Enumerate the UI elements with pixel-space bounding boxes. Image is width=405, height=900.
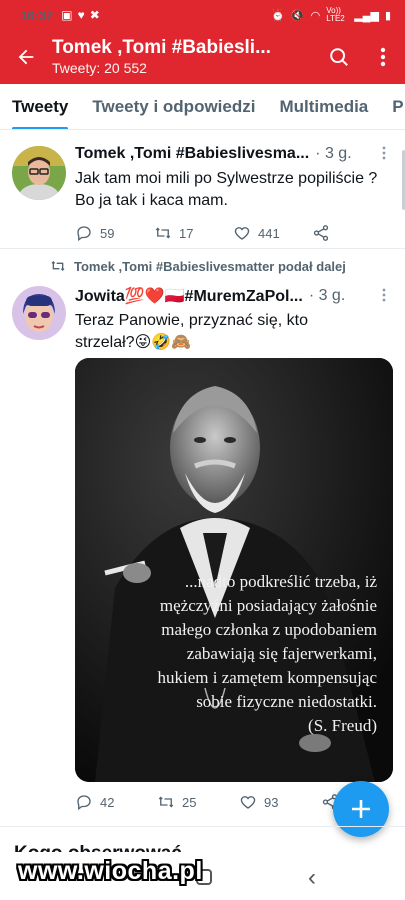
tweet-count: Tweety: 20 552 [52,60,147,76]
battery-icon: ▮ [384,9,391,22]
profile-tabs: Tweety Tweety i odpowiedzi Multimedia P [0,84,405,130]
reply-count: 59 [100,225,115,241]
more-vertical-icon [382,146,386,159]
status-bar: 16:37 ▣ ♥ ✖ ⏰ 🔇 ◠ Vo)) LTE2 ▂▄▆ ▮ [0,0,405,30]
retweet-button[interactable]: 25 [157,793,239,811]
gallery-icon: ▣ [61,8,73,22]
like-button[interactable]: 441 [233,224,312,242]
quote-line: hukiem i zamętem kompensując [157,668,377,687]
share-icon [313,225,329,241]
heart-icon [234,227,250,240]
like-count: 441 [258,225,280,241]
heart-icon: ♥ [77,8,85,22]
avatar[interactable] [12,146,66,200]
search-icon [330,48,348,66]
retweet-icon [51,261,65,271]
tab-media[interactable]: Multimedia [267,84,380,129]
reply-button[interactable]: 42 [75,793,157,811]
author-name[interactable]: Tomek ,Tomi #Babieslivesma... [75,145,309,163]
tweet-time: · 3 g. [308,287,346,304]
reply-button[interactable]: 59 [75,224,154,242]
tweet-text: Jak tam moi mili po Sylwestrze popiliści… [75,170,378,209]
network-label: Vo)) LTE2 [326,6,345,23]
profile-name: Tomek ,Tomi #Babiesli... [52,37,271,58]
tab-tweets-and-replies[interactable]: Tweety i odpowiedzi [80,84,267,129]
tweet-image[interactable]: ...nadto podkreślić trzeba, iż mężczyźni… [75,358,393,782]
retweet-note-text: Tomek ,Tomi #Babieslivesmatter podał dal… [74,258,346,274]
status-time: 16:37 [20,7,54,23]
search-button[interactable] [317,30,361,84]
quote-line: sobie fizyczne niedostatki. [196,692,377,711]
tweet-time: · 3 g. [315,145,352,162]
share-button[interactable] [312,224,391,242]
reply-icon [77,795,91,811]
wifi-icon: ◠ [310,9,321,22]
author-name[interactable]: Jowita💯❤️🇵🇱#MuremZaPol... [75,286,303,306]
reply-icon [77,226,91,242]
tab-tweets[interactable]: Tweety [0,84,80,129]
retweet-note[interactable]: Tomek ,Tomi #Babieslivesmatter podał dal… [50,258,346,274]
quote-line: ...nadto podkreślić trzeba, iż [184,572,377,591]
more-vertical-icon [382,288,386,301]
tweet[interactable]: Tomek ,Tomi #Babieslivesma... · 3 g. Jak… [0,130,405,248]
mute-icon: 🔇 [290,9,305,22]
tweet-text: Teraz Panowie, przyznać się, kto strzela… [75,312,308,351]
retweet-count: 17 [179,225,194,241]
profile-header: Tomek ,Tomi #Babiesli... Tweety: 20 552 [0,30,405,84]
avatar-image [12,286,66,340]
more-vertical-icon [380,47,386,67]
arrow-left-icon [18,49,34,65]
tweet-actions: 59 17 441 [75,222,391,244]
divider [0,248,405,249]
tweet-menu-button[interactable] [377,288,391,305]
back-button[interactable] [0,30,52,84]
retweet-icon [158,796,174,808]
quote-author: (S. Freud) [308,716,377,735]
retweet-button[interactable]: 17 [154,224,233,242]
like-count: 93 [264,794,279,810]
like-button[interactable]: 93 [239,793,321,811]
retweet-count: 25 [182,794,197,810]
reply-count: 42 [100,794,115,810]
quote-line: zabawiają się fajerwerkami, [186,644,377,663]
quote-line: małego członka z upodobaniem [161,620,377,639]
watermark: www.wiocha.pl [18,857,203,885]
signal-icon: ▂▄▆ [354,9,379,22]
plus-icon [352,800,370,818]
alarm-icon: ⏰ [271,9,285,22]
avatar-image [12,146,66,200]
app-icon: ✖ [89,8,100,22]
tweet-menu-button[interactable] [377,146,391,163]
profile-header-bar: 16:37 ▣ ♥ ✖ ⏰ 🔇 ◠ Vo)) LTE2 ▂▄▆ ▮ Tomek … [0,0,405,84]
tab-likes[interactable]: P [380,84,405,129]
image-quote: ...nadto podkreślić trzeba, iż mężczyźni… [97,570,377,738]
overflow-menu-button[interactable] [361,30,405,84]
nav-back-button[interactable]: ‹ [308,864,316,892]
avatar[interactable] [12,286,66,340]
retweet-icon [155,227,171,239]
heart-icon [240,796,256,809]
quote-line: mężczyźni posiadający żałośnie [159,596,377,615]
